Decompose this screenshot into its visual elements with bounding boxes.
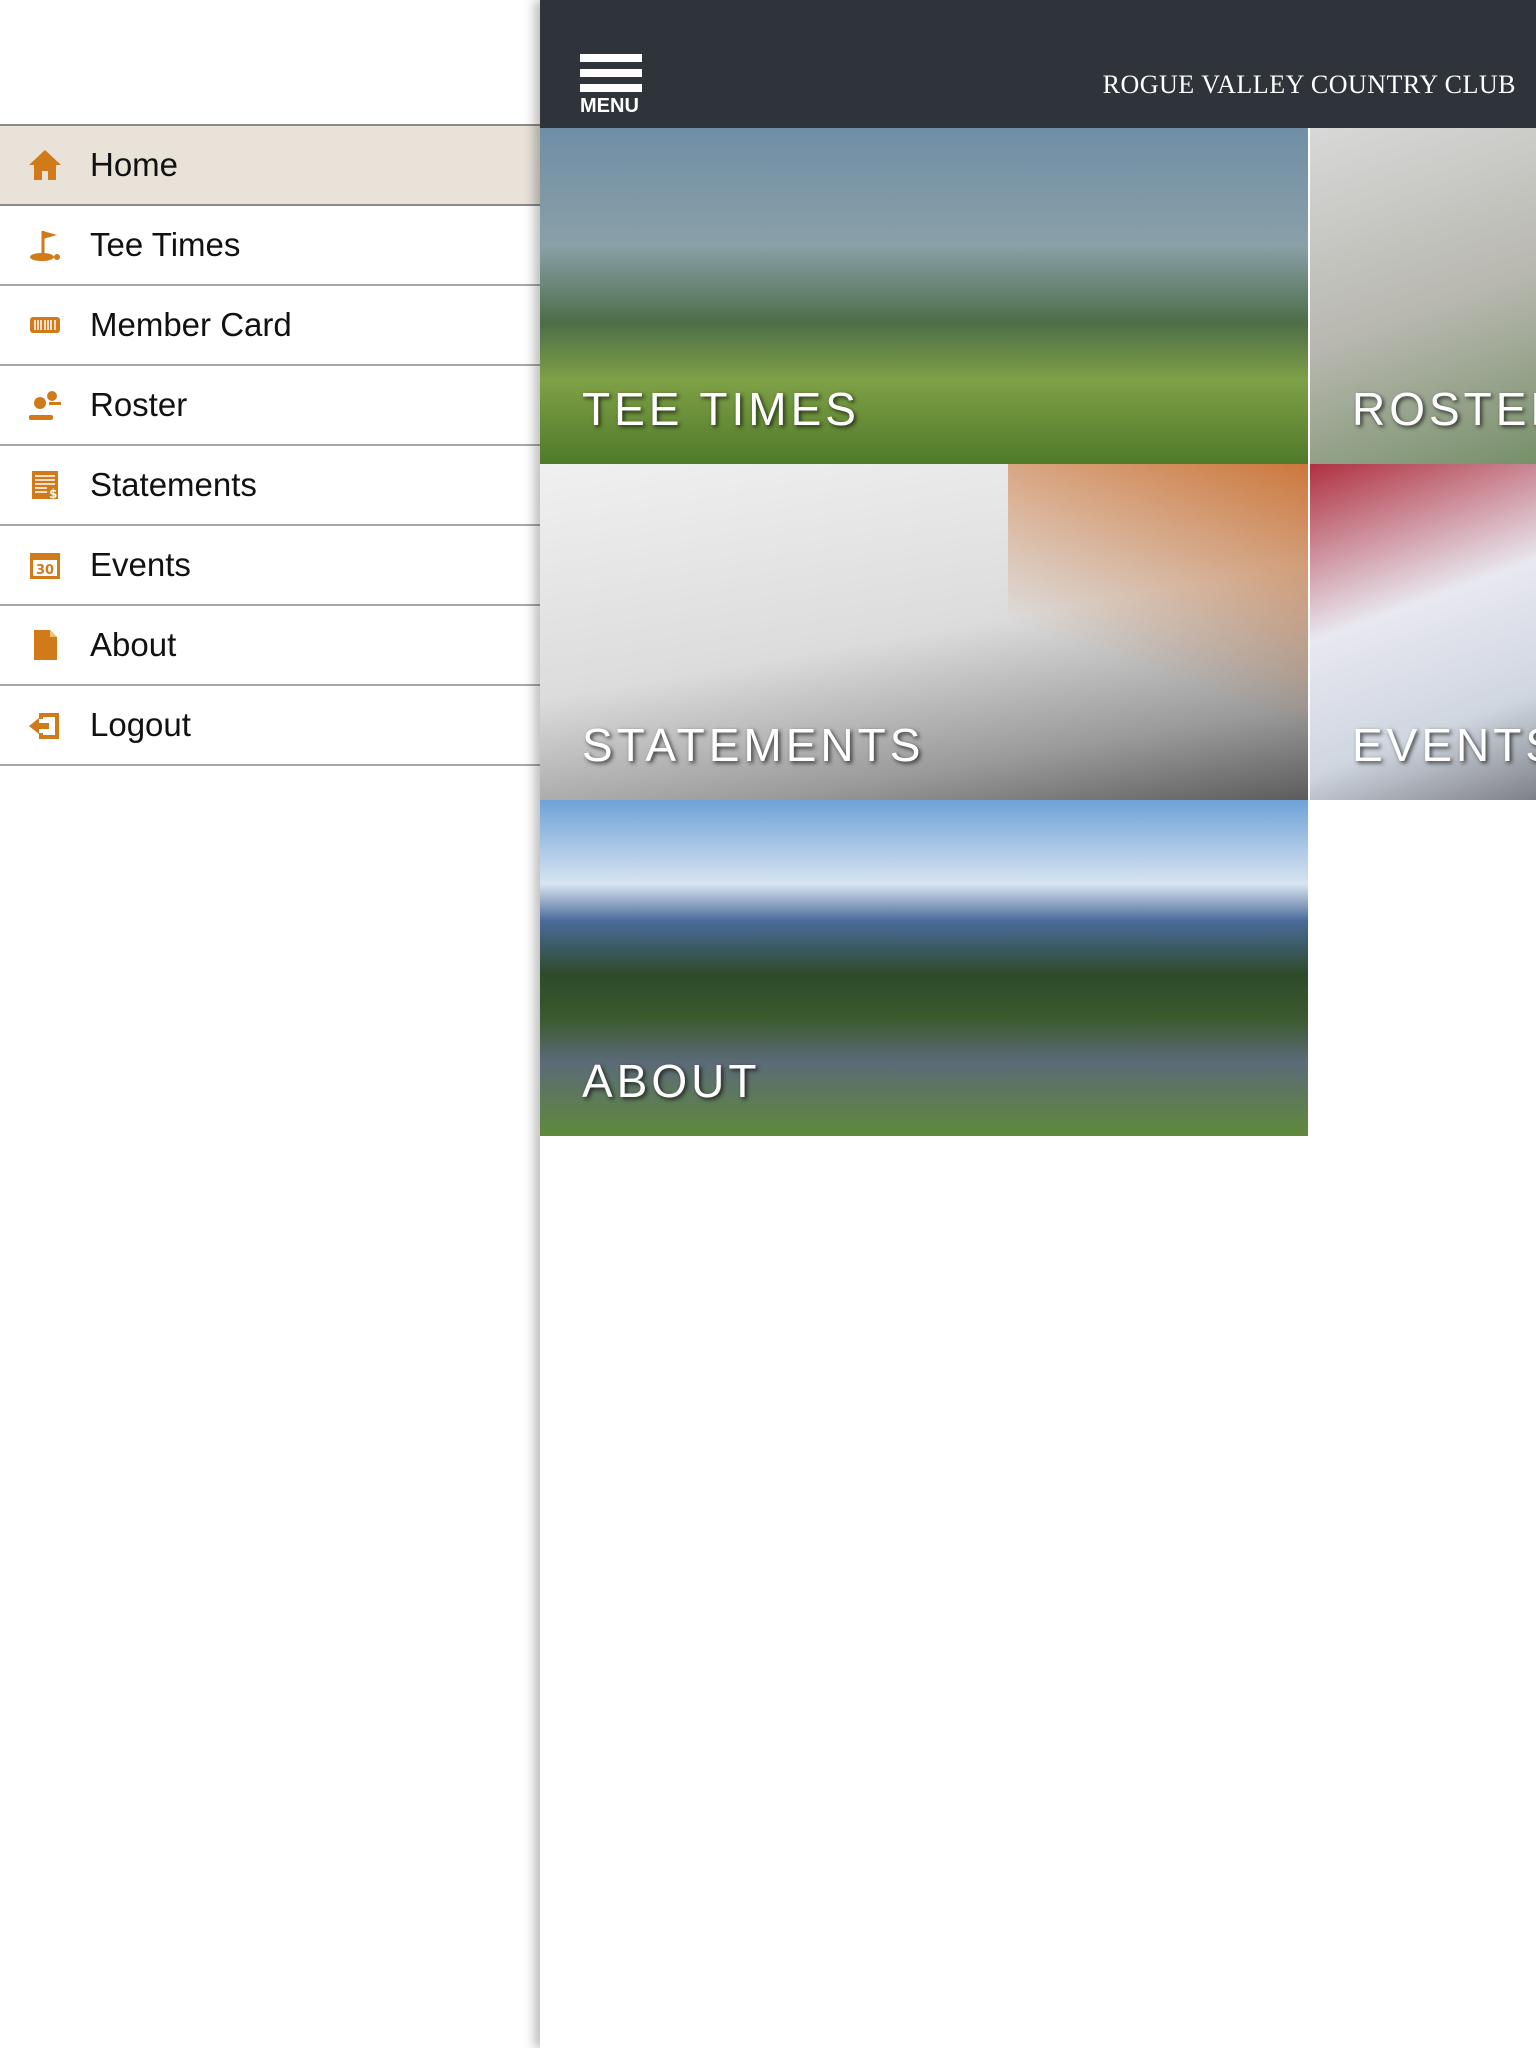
calendar-icon: 30 xyxy=(0,547,90,583)
sidebar-item-label: Statements xyxy=(90,466,257,503)
main-content: MENU ROGUE VALLEY COUNTRY CLUB TEE TIMES… xyxy=(540,0,1536,2048)
sidebar-item-label: Events xyxy=(90,546,191,583)
tile-label: ABOUT xyxy=(582,1055,761,1107)
tile-label: ROSTER xyxy=(1352,383,1536,435)
tile-statements[interactable]: STATEMENTS xyxy=(540,464,1308,800)
menu-list: Home Tee Times Member Card Roster $ Stat… xyxy=(0,124,540,766)
golf-flag-icon xyxy=(0,227,90,263)
sidebar-item-label: About xyxy=(90,626,177,663)
tile-about[interactable]: ABOUT xyxy=(540,800,1308,1136)
sidebar-item-events[interactable]: 30 Events xyxy=(0,526,540,606)
tile-label: TEE TIMES xyxy=(582,383,860,435)
sidebar-item-member-card[interactable]: Member Card xyxy=(0,286,540,366)
svg-text:30: 30 xyxy=(36,563,54,578)
document-icon xyxy=(0,627,90,663)
tile-label: STATEMENTS xyxy=(582,719,925,771)
club-title: ROGUE VALLEY COUNTRY CLUB xyxy=(1102,70,1516,99)
barcode-card-icon xyxy=(0,307,90,343)
sidebar-item-label: Logout xyxy=(90,706,191,743)
sidebar-item-tee-times[interactable]: Tee Times xyxy=(0,206,540,286)
sidebar-item-label: Member Card xyxy=(90,306,292,343)
sidebar-item-label: Roster xyxy=(90,386,188,423)
app-header: MENU ROGUE VALLEY COUNTRY CLUB xyxy=(540,0,1536,128)
sidebar-item-roster[interactable]: Roster xyxy=(0,366,540,446)
sidebar-item-label: Tee Times xyxy=(90,226,241,263)
people-icon xyxy=(0,387,90,423)
home-icon xyxy=(0,147,90,183)
sidebar-item-about[interactable]: About xyxy=(0,606,540,686)
sidebar-item-logout[interactable]: Logout xyxy=(0,686,540,766)
tile-roster[interactable]: ROSTER xyxy=(1310,128,1536,464)
tile-events[interactable]: EVENTS xyxy=(1310,464,1536,800)
hamburger-icon xyxy=(580,54,642,92)
navigation-drawer: Home Tee Times Member Card Roster $ Stat… xyxy=(0,0,540,2048)
logout-icon xyxy=(0,707,90,743)
tile-tee-times[interactable]: TEE TIMES xyxy=(540,128,1308,464)
menu-button[interactable]: MENU xyxy=(580,54,642,118)
sidebar-item-statements[interactable]: $ Statements xyxy=(0,446,540,526)
statement-icon: $ xyxy=(0,467,90,503)
sidebar-item-home[interactable]: Home xyxy=(0,126,540,206)
svg-text:$: $ xyxy=(49,487,57,501)
sidebar-item-label: Home xyxy=(90,146,179,183)
tile-label: EVENTS xyxy=(1352,719,1536,771)
menu-label: MENU xyxy=(580,95,639,117)
